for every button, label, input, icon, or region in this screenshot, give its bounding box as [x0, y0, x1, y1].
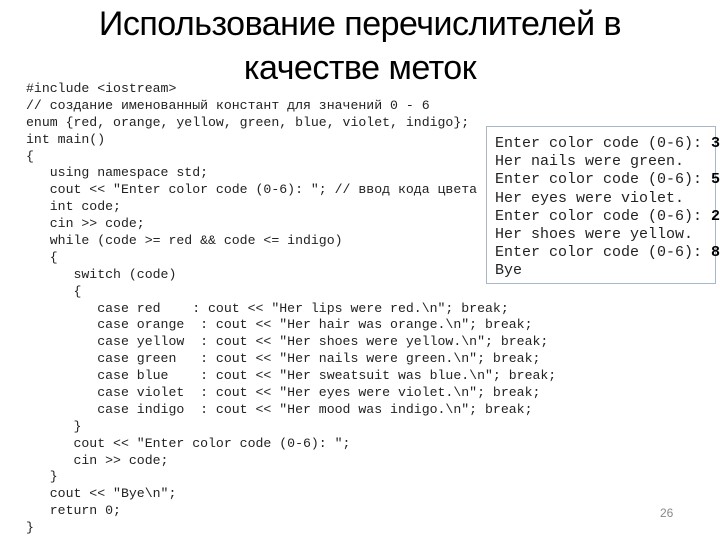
console-line-text: Her shoes were yellow. — [495, 226, 694, 244]
console-line-text: Bye — [495, 262, 523, 280]
code-line: { — [26, 283, 82, 299]
code-line: int code; — [26, 199, 121, 215]
code-line: enum {red, orange, yellow, green, blue, … — [26, 114, 470, 130]
code-line: cin >> code; — [26, 216, 145, 232]
code-line: case indigo : cout << "Her mood was indi… — [26, 401, 533, 417]
code-line: // создание именованный констант для зна… — [26, 97, 430, 113]
console-line: Enter color code (0-6): 8 — [495, 244, 720, 262]
console-output-box: Enter color code (0-6): 3 Her nails were … — [486, 126, 720, 284]
console-user-input: 5 — [711, 171, 720, 189]
console-line-text: Her eyes were violet. — [495, 189, 685, 207]
console-user-input: 2 — [711, 207, 720, 225]
console-line-text: Her nails were green. — [495, 153, 685, 171]
code-line: cout << "Enter color code (0-6): "; // в… — [26, 182, 478, 198]
code-line: #include <iostream> — [26, 81, 177, 96]
code-line: } — [26, 418, 82, 434]
code-line: { — [26, 249, 58, 265]
console-line-text: Enter color code (0-6): — [495, 171, 712, 189]
code-line: case blue : cout << "Her sweatsuit was b… — [26, 368, 557, 384]
code-line: while (code >= red && code <= indigo) — [26, 233, 343, 249]
code-line: cout << "Bye\n"; — [26, 486, 177, 502]
console-line: Enter color code (0-6): 2 — [495, 207, 720, 226]
code-line: case orange : cout << "Her hair was oran… — [26, 317, 533, 333]
console-line-text: Enter color code (0-6): — [495, 207, 712, 225]
console-line: Enter color code (0-6): 5 — [495, 171, 720, 189]
slide-title-line-1: Использование перечислителей в — [98, 5, 622, 43]
console-line: Enter color code (0-6): 3 — [495, 135, 720, 153]
console-line: Her shoes were yellow. — [495, 226, 715, 244]
console-user-input: 8 — [711, 244, 720, 262]
code-line: case yellow : cout << "Her shoes were ye… — [26, 334, 549, 350]
slide-title: Использование перечислителей в качестве … — [0, 0, 720, 90]
console-line-text: Enter color code (0-6): — [495, 244, 712, 262]
code-line: return 0; — [26, 503, 121, 519]
page-number: 26 — [660, 506, 674, 520]
code-line: int main() — [26, 131, 106, 147]
code-line: cin >> code; — [26, 452, 169, 468]
console-line: Her nails were green. — [495, 153, 715, 171]
console-user-input: 3 — [711, 135, 720, 152]
code-line: { — [26, 148, 34, 164]
console-line: Her eyes were violet. — [495, 190, 715, 208]
code-line: case red : cout << "Her lips were red.\n… — [26, 300, 509, 316]
code-line: } — [26, 520, 34, 536]
code-line: switch (code) — [26, 266, 177, 282]
code-listing: #include <iostream>// создание именованн… — [26, 81, 556, 537]
code-line: using namespace std; — [26, 165, 209, 181]
console-line: Bye — [495, 262, 715, 280]
code-line: } — [26, 469, 58, 485]
code-line: case violet : cout << "Her eyes were vio… — [26, 385, 541, 401]
code-line: case green : cout << "Her nails were gre… — [26, 351, 541, 367]
console-line-text: Enter color code (0-6): — [495, 135, 712, 152]
code-line: cout << "Enter color code (0-6): "; — [26, 435, 351, 451]
